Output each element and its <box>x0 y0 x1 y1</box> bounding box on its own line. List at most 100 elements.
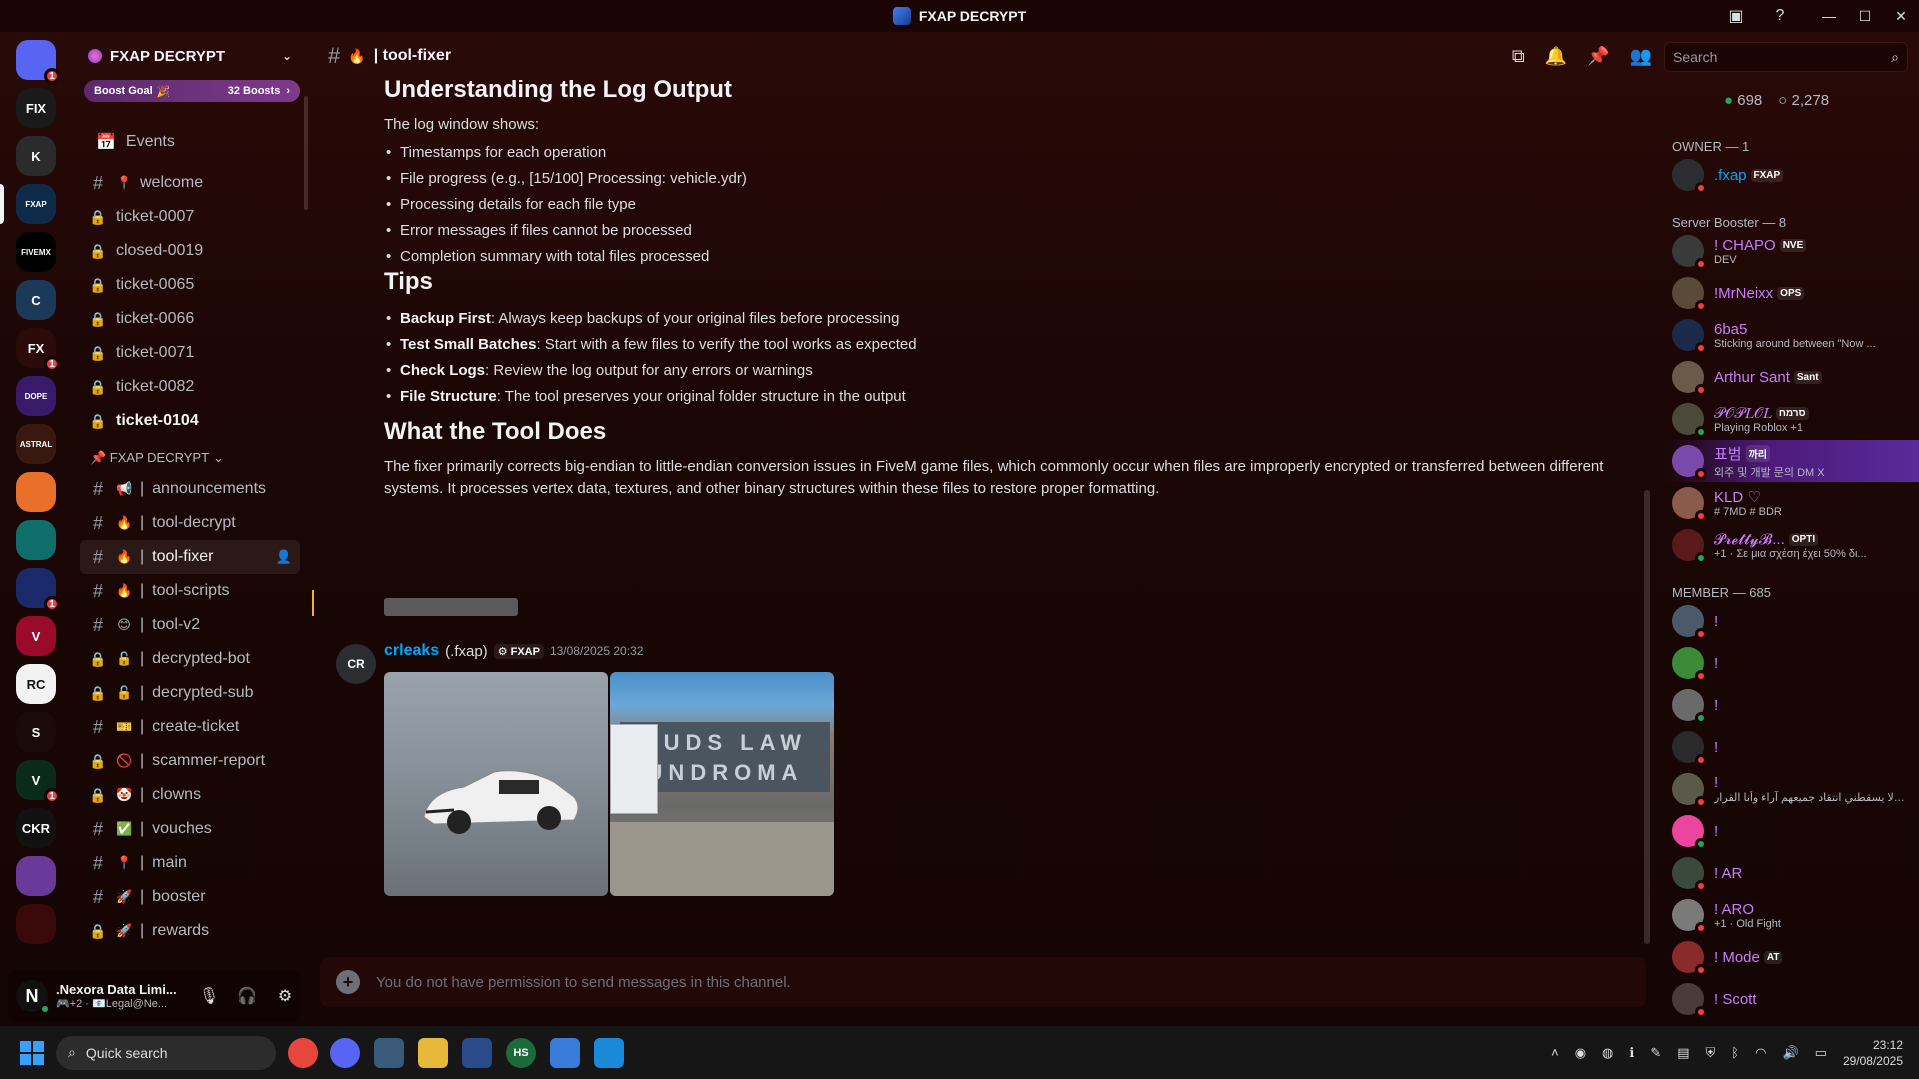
channel-ticket-0065[interactable]: 🔒 ticket-0065 <box>80 268 300 302</box>
channel-vouches[interactable]: # ✅ | vouches <box>80 812 300 846</box>
discord-icon[interactable] <box>330 1037 360 1068</box>
add-member-icon[interactable]: 👤 <box>276 549 292 565</box>
server-icon-rc-server[interactable]: RC <box>16 664 56 704</box>
member-item[interactable]: ! CHAPO NVE DEV <box>1664 230 1919 272</box>
member-item[interactable]: ! Scott <box>1664 978 1919 1020</box>
image-attachment-car[interactable] <box>384 672 608 896</box>
server-icon-red-char[interactable] <box>16 904 56 944</box>
remote-desktop-icon[interactable] <box>462 1037 492 1068</box>
channel-ticket-0071[interactable]: 🔒 ticket-0071 <box>80 336 300 370</box>
channel-closed-0019[interactable]: 🔒 closed-0019 <box>80 234 300 268</box>
windows-start-icon[interactable] <box>20 1040 44 1065</box>
settings-gear-icon[interactable]: ⚙ <box>270 981 300 1011</box>
channel-tool-v2[interactable]: # 😊 | tool-v2 <box>80 608 300 642</box>
avatar[interactable]: N <box>16 980 50 1014</box>
chrome-tray-icon[interactable]: ◍ <box>1602 1045 1613 1061</box>
server-icon-ckr[interactable]: CKR <box>16 808 56 848</box>
battery-icon[interactable]: ▭ <box>1815 1045 1827 1061</box>
member-item[interactable]: Arthur Sant Sant <box>1664 356 1919 398</box>
server-icon-pride[interactable] <box>16 856 56 896</box>
channel-tool-decrypt[interactable]: # 🔥 | tool-decrypt <box>80 506 300 540</box>
channel-ticket-0066[interactable]: 🔒 ticket-0066 <box>80 302 300 336</box>
server-icon-astral-leaks[interactable]: ASTRAL <box>16 424 56 464</box>
server-icon-fix-escrow[interactable]: FIX <box>16 88 56 128</box>
server-icon-fx-server[interactable]: FX 1 <box>16 328 60 372</box>
channel-clowns[interactable]: 🔒 🤡 | clowns <box>80 778 300 812</box>
channel-rewards[interactable]: 🔒 🚀 | rewards <box>80 914 300 948</box>
microphone-icon[interactable]: 🎙 <box>194 981 224 1011</box>
hs-app-icon[interactable]: HS <box>506 1037 536 1068</box>
server-icon-c-server[interactable]: C <box>16 280 56 320</box>
image-attachment-laundromat[interactable]: SUDS LAW UNDROMA <box>610 672 834 896</box>
member-item[interactable]: ! ARO +1 · Old Fight <box>1664 894 1919 936</box>
member-item[interactable]: 𝓟𝓻𝓮𝓽𝓽𝔂𝓑... OPTI +1 · Σε μια σχέση έχει 50%… <box>1664 524 1919 566</box>
boost-goal-bar[interactable]: Boost Goal 🎉 32 Boosts › <box>84 80 300 102</box>
server-icon-v-server[interactable]: V <box>16 616 56 656</box>
member-item[interactable]: !MrNeixx OPS <box>1664 272 1919 314</box>
server-icon-fxap-decrypt[interactable]: FXAP <box>16 184 56 224</box>
member-item[interactable]: KLD ♡ # 7MD # BDR <box>1664 482 1919 524</box>
channel-booster[interactable]: # 🚀 | booster <box>80 880 300 914</box>
chat-scrollbar[interactable] <box>1644 490 1650 944</box>
channel-scammer-report[interactable]: 🔒 🚫 | scammer-report <box>80 744 300 778</box>
message-author[interactable]: crleaks <box>384 642 439 660</box>
file-explorer-icon[interactable] <box>418 1037 448 1068</box>
member-item[interactable]: 𝒫𝒪𝒫𝐿𝒪𝐿 סרמח Playing Roblox +1 <box>1664 398 1919 440</box>
channel-ticket-0082[interactable]: 🔒 ticket-0082 <box>80 370 300 404</box>
server-icon-dm[interactable]: 1 <box>16 40 60 84</box>
member-item[interactable]: ! مدح ولا يسقطني انتقاد جميعهم آراء وأنا … <box>1664 768 1919 810</box>
category-fxap-decrypt[interactable]: 📌 FXAP DECRYPT ⌄ <box>72 444 308 472</box>
minimize-button[interactable]: — <box>1811 0 1847 32</box>
server-icon-dope[interactable]: DOPE <box>16 376 56 416</box>
member-item[interactable]: 표범 까리 외주 및 개발 문의 DM X <box>1664 440 1919 482</box>
server-icon-fivemx[interactable]: FIVEMX <box>16 232 56 272</box>
channel-create-ticket[interactable]: # 🎫 | create-ticket <box>80 710 300 744</box>
discord-tray-icon[interactable]: ◉ <box>1575 1045 1586 1061</box>
server-icon-clock-server[interactable] <box>16 520 56 560</box>
server-icon-vy-server[interactable]: V1 <box>16 760 60 804</box>
member-item[interactable]: .fxap FXAP <box>1664 154 1919 196</box>
server-icon-stripes[interactable] <box>16 472 56 512</box>
member-list-icon[interactable]: 👥 <box>1630 46 1652 67</box>
add-attachment-icon[interactable]: + <box>336 970 360 994</box>
headphones-icon[interactable]: 🎧 <box>232 981 262 1011</box>
channel-tool-fixer[interactable]: # 🔥 | tool-fixer 👤 <box>80 540 300 574</box>
maximize-button[interactable]: ☐ <box>1847 0 1883 32</box>
defender-tray-icon[interactable]: ⛨ <box>1706 1045 1716 1061</box>
bluetooth-icon[interactable]: ᛒ <box>1731 1045 1739 1060</box>
avatar[interactable]: CR <box>336 644 376 684</box>
threads-icon[interactable]: ⧉ <box>1512 46 1525 67</box>
display-tray-icon[interactable]: ▤ <box>1677 1045 1689 1061</box>
server-icon-kings[interactable]: K <box>16 136 56 176</box>
member-item[interactable]: ! <box>1664 600 1919 642</box>
channel-ticket-0007[interactable]: 🔒 ticket-0007 <box>80 200 300 234</box>
member-item[interactable]: ! Mode AT <box>1664 936 1919 978</box>
channel-announcements[interactable]: # 📢 | announcements <box>80 472 300 506</box>
server-icon-star-server[interactable]: 1 <box>16 568 60 612</box>
member-item[interactable]: ! AR <box>1664 852 1919 894</box>
volume-icon[interactable]: 🔊 <box>1782 1045 1798 1061</box>
pin-icon[interactable]: 📌 <box>1587 46 1609 67</box>
channel-ticket-0104[interactable]: 🔒 ticket-0104 <box>80 404 300 438</box>
channel-decrypted-sub[interactable]: 🔒 🔓 | decrypted-sub <box>80 676 300 710</box>
wifi-icon[interactable]: ◠ <box>1755 1045 1766 1061</box>
message-composer[interactable]: + You do not have permission to send mes… <box>320 957 1646 1007</box>
chrome-icon[interactable] <box>288 1037 318 1068</box>
bell-icon[interactable]: 🔔 <box>1545 46 1567 67</box>
info-tray-icon[interactable]: ℹ <box>1629 1045 1634 1061</box>
inbox-icon[interactable]: ▣ <box>1723 3 1749 29</box>
taskbar-search[interactable]: ⌕ Quick search <box>56 1035 276 1070</box>
photos-icon[interactable] <box>374 1037 404 1068</box>
notepad-icon[interactable] <box>550 1037 580 1068</box>
channel-tool-scripts[interactable]: # 🔥 | tool-scripts <box>80 574 300 608</box>
member-item[interactable]: ! <box>1664 684 1919 726</box>
member-item[interactable]: 6ba5 Sticking around between "Now ... <box>1664 314 1919 356</box>
pen-tray-icon[interactable]: ✎ <box>1650 1045 1661 1061</box>
channel-main[interactable]: # 📍 | main <box>80 846 300 880</box>
vscode-icon[interactable] <box>594 1037 624 1068</box>
member-item[interactable]: ! <box>1664 726 1919 768</box>
channel-decrypted-bot[interactable]: 🔒 🔓 | decrypted-bot <box>80 642 300 676</box>
member-item[interactable]: ! <box>1664 642 1919 684</box>
help-icon[interactable]: ? <box>1767 3 1793 29</box>
channel-welcome[interactable]: # 📍 welcome <box>80 166 300 200</box>
